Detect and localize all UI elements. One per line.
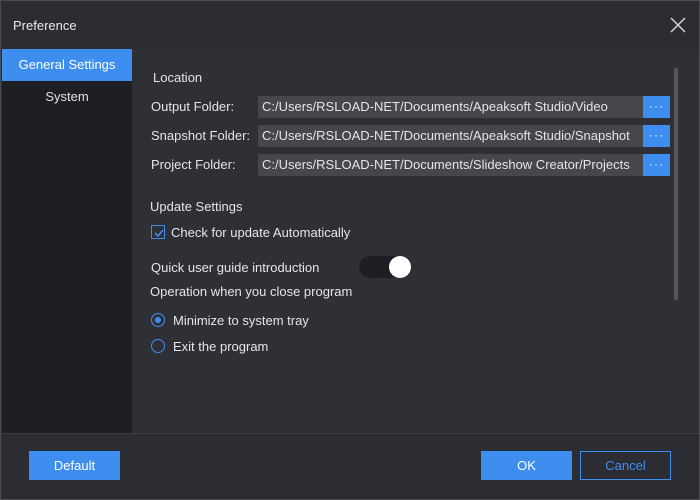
minimize-radio[interactable] bbox=[151, 313, 165, 327]
auto-update-checkbox[interactable] bbox=[151, 225, 165, 239]
minimize-label: Minimize to system tray bbox=[173, 313, 309, 328]
footer: Default OK Cancel bbox=[1, 433, 699, 499]
project-folder-browse-button[interactable]: ··· bbox=[643, 154, 670, 176]
title-bar: Preference bbox=[1, 1, 699, 49]
scrollbar[interactable] bbox=[674, 68, 678, 300]
preference-dialog: Preference General Settings System Locat… bbox=[0, 0, 700, 500]
snapshot-folder-label: Snapshot Folder: bbox=[151, 128, 251, 143]
cancel-button[interactable]: Cancel bbox=[580, 451, 671, 480]
snapshot-folder-field[interactable]: C:/Users/RSLOAD-NET/Documents/Apeaksoft … bbox=[258, 125, 643, 147]
quick-guide-toggle[interactable] bbox=[359, 256, 411, 278]
output-folder-row: Output Folder: C:/Users/RSLOAD-NET/Docum… bbox=[151, 96, 671, 118]
default-button[interactable]: Default bbox=[29, 451, 120, 480]
update-settings-heading: Update Settings bbox=[150, 199, 243, 214]
auto-update-label: Check for update Automatically bbox=[171, 225, 351, 240]
exit-label: Exit the program bbox=[173, 339, 269, 354]
output-folder-field[interactable]: C:/Users/RSLOAD-NET/Documents/Apeaksoft … bbox=[258, 96, 643, 118]
project-folder-field[interactable]: C:/Users/RSLOAD-NET/Documents/Slideshow … bbox=[258, 154, 643, 176]
sidebar: General Settings System bbox=[2, 49, 132, 433]
project-folder-label: Project Folder: bbox=[151, 157, 236, 172]
output-folder-browse-button[interactable]: ··· bbox=[643, 96, 670, 118]
close-button[interactable] bbox=[667, 14, 689, 36]
project-folder-row: Project Folder: C:/Users/RSLOAD-NET/Docu… bbox=[151, 154, 671, 176]
output-folder-label: Output Folder: bbox=[151, 99, 235, 114]
settings-panel: Location Output Folder: C:/Users/RSLOAD-… bbox=[132, 49, 699, 433]
quick-guide-label: Quick user guide introduction bbox=[151, 260, 320, 275]
checkmark-icon bbox=[154, 229, 164, 238]
sidebar-item-system[interactable]: System bbox=[2, 81, 132, 113]
toggle-knob bbox=[389, 256, 411, 278]
snapshot-folder-row: Snapshot Folder: C:/Users/RSLOAD-NET/Doc… bbox=[151, 125, 671, 147]
snapshot-folder-browse-button[interactable]: ··· bbox=[643, 125, 670, 147]
location-heading: Location bbox=[153, 70, 203, 85]
close-icon bbox=[670, 17, 686, 33]
sidebar-item-general-settings[interactable]: General Settings bbox=[2, 49, 132, 81]
exit-radio[interactable] bbox=[151, 339, 165, 353]
window-title: Preference bbox=[13, 18, 77, 33]
close-operation-heading: Operation when you close program bbox=[150, 284, 353, 299]
quick-guide-option: Quick user guide introduction bbox=[151, 256, 451, 280]
ok-button[interactable]: OK bbox=[481, 451, 572, 480]
